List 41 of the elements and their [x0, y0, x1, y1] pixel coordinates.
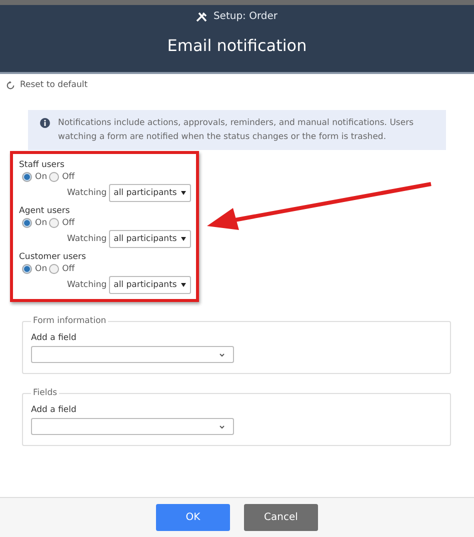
radio-dot[interactable] [22, 218, 32, 228]
cancel-button[interactable]: Cancel [244, 504, 318, 531]
radio-dot[interactable] [22, 264, 32, 274]
field-label: Add a field [31, 333, 78, 343]
tools-icon [196, 12, 208, 22]
watching-label: Watching [67, 234, 107, 244]
radio-option[interactable]: On [22, 172, 48, 182]
info-icon [40, 118, 50, 128]
ok-button[interactable]: OK [156, 504, 230, 531]
window-title: Email notification [167, 36, 307, 55]
reset-link[interactable]: Reset to default [20, 80, 88, 90]
dropdown-arrow-icon [180, 283, 186, 287]
radio-dot[interactable] [49, 218, 60, 228]
window-subtitle: Setup: Order [213, 11, 278, 22]
radio-option[interactable]: On [22, 264, 48, 274]
dropdown-arrow-icon [180, 237, 186, 241]
section-legend: Form information [31, 316, 108, 326]
watching-label: Watching [67, 188, 107, 198]
field-label: Add a field [31, 405, 78, 415]
reset-icon[interactable] [6, 80, 15, 90]
group-label: Customer users [19, 252, 87, 262]
radio-option[interactable]: Off [49, 218, 75, 228]
radio-option[interactable]: Off [49, 172, 75, 182]
watching-select[interactable]: all participants [108, 276, 191, 294]
field-dropdown[interactable] [31, 346, 234, 363]
group-label: Staff users [19, 160, 66, 170]
watching-select[interactable]: all participants [108, 230, 191, 248]
radio-option[interactable]: On [22, 218, 48, 228]
radio-option[interactable]: Off [49, 264, 75, 274]
dropdown-arrow-icon [180, 191, 186, 195]
radio-dot[interactable] [49, 264, 60, 274]
watching-label: Watching [67, 280, 107, 290]
group-label: Agent users [19, 206, 71, 216]
info-text: Notifications include actions, approvals, reminders, and manual notifications. Users watching a form are notified when the status changes or the form is trashed. [58, 117, 415, 144]
section-legend: Fields [31, 388, 60, 398]
radio-dot[interactable] [49, 172, 60, 182]
chevron-icon [219, 424, 225, 428]
watching-select[interactable]: all participants [108, 184, 191, 202]
field-dropdown[interactable] [31, 418, 234, 435]
chevron-icon [219, 352, 225, 356]
radio-dot[interactable] [22, 172, 32, 182]
